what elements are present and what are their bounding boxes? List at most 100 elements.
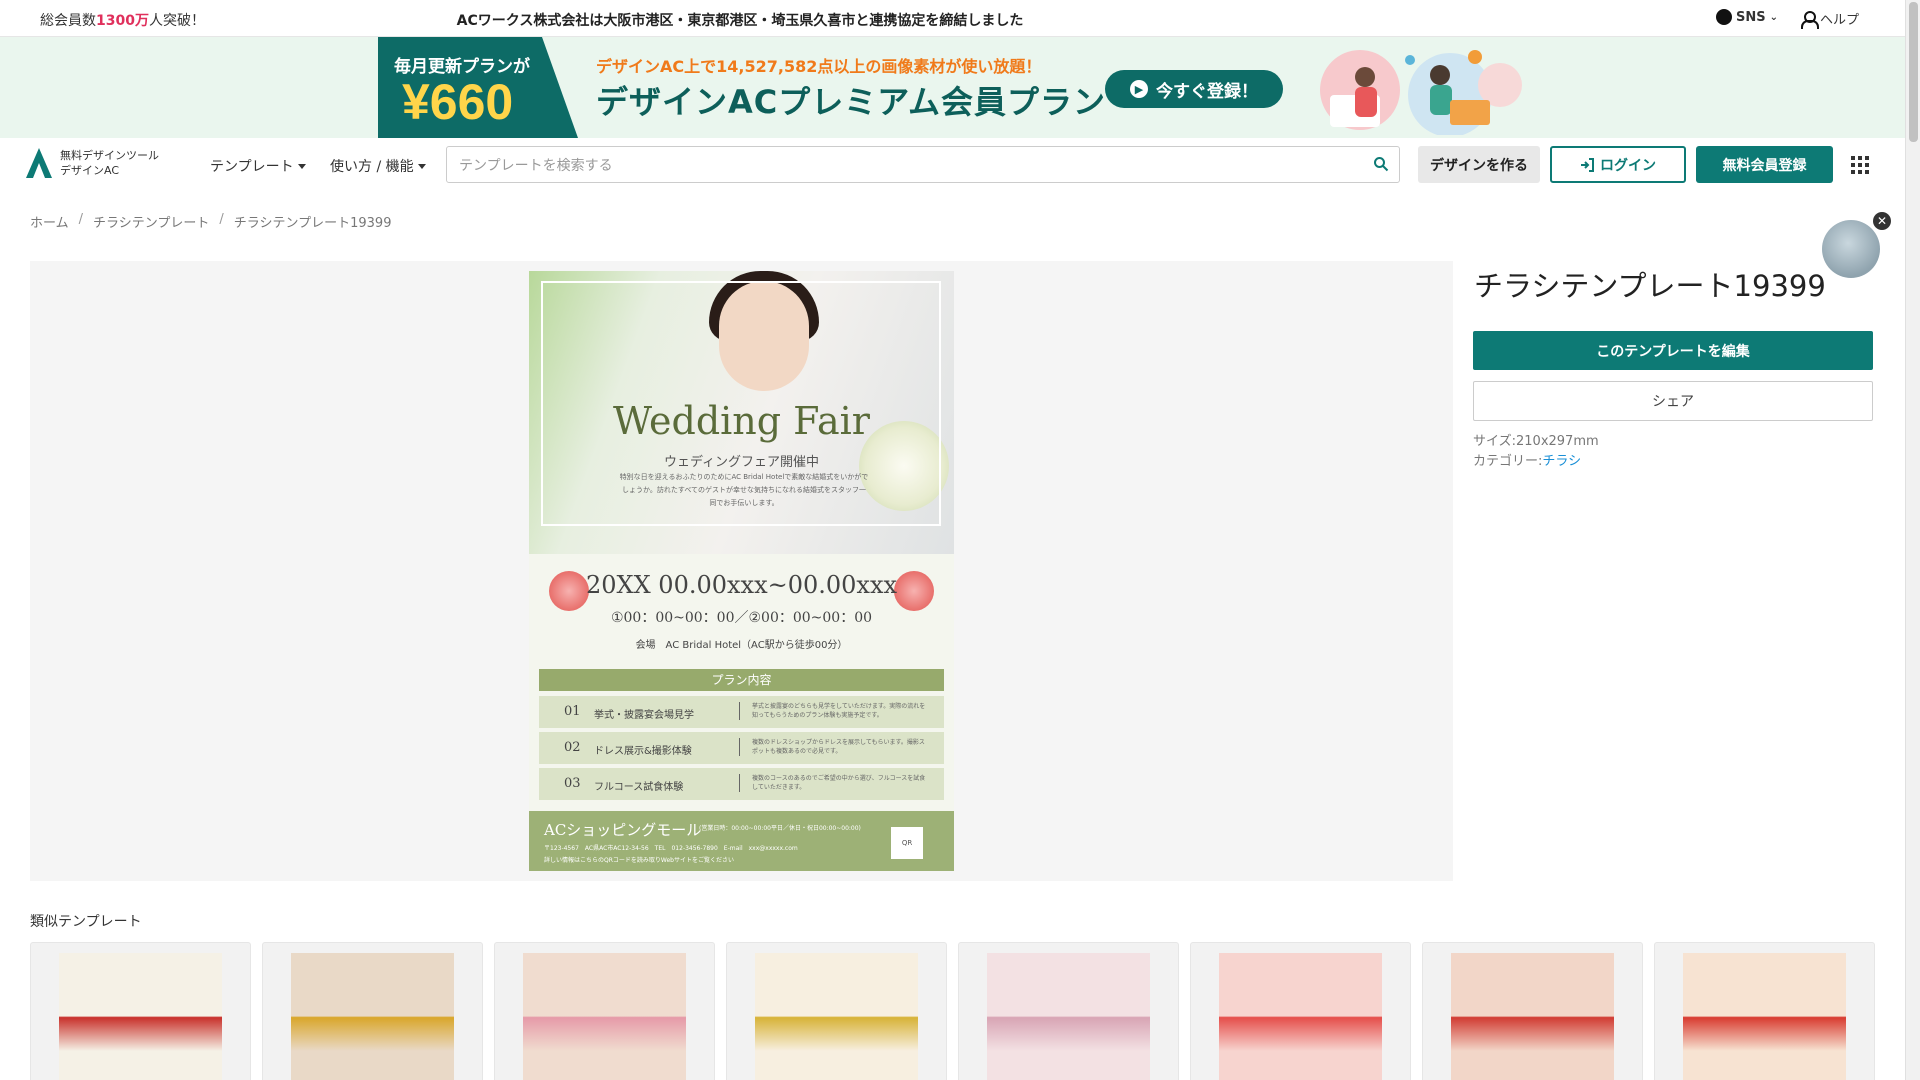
logo-name: デザインAC bbox=[60, 164, 120, 177]
page-scrollbar[interactable] bbox=[1905, 0, 1920, 1080]
register-now-label: 今すぐ登録！ bbox=[1156, 81, 1258, 102]
footer-address: 〒123-4567 AC県AC市AC12-34-56 TEL 012-3456-… bbox=[544, 845, 798, 852]
breadcrumb: ホーム / チラシテンプレート / チラシテンプレート19399 bbox=[30, 212, 391, 231]
caret-down-icon bbox=[297, 163, 306, 169]
scrollbar-thumb[interactable] bbox=[1909, 2, 1918, 142]
similar-template-card[interactable] bbox=[494, 942, 715, 1080]
plan-row: 02 ドレス展示&撮影体験 複数のドレスショップからドレスを展示してもらいます。… bbox=[539, 732, 944, 764]
flyer-time: ①00：00~00：00／②00：00~00：00 bbox=[610, 610, 873, 626]
edit-template-button[interactable]: このテンプレートを編集 bbox=[1473, 331, 1873, 370]
bride-photo: Wedding Fair ウェディングフェア開催中 特別な日を迎えるおふたりのた… bbox=[529, 271, 954, 554]
flyer-title: Wedding Fair bbox=[613, 399, 870, 443]
template-thumbnail bbox=[755, 953, 918, 1080]
breadcrumb-separator: / bbox=[219, 212, 224, 227]
template-meta: サイズ:210x297mm カテゴリー:チラシ bbox=[1473, 432, 1599, 472]
help-link[interactable]: ヘルプ bbox=[1800, 9, 1860, 29]
breadcrumb-current: チラシテンプレート19399 bbox=[233, 216, 392, 231]
footer-info: 詳しい情報はこちらのQRコードを読み取りWebサイトをご覧ください bbox=[544, 857, 734, 864]
login-button[interactable]: ログイン bbox=[1550, 146, 1686, 183]
similar-templates-heading: 類似テンプレート bbox=[30, 914, 142, 930]
similar-template-card[interactable] bbox=[958, 942, 1179, 1080]
template-thumbnail bbox=[523, 953, 686, 1080]
search-input[interactable] bbox=[447, 147, 1327, 182]
grid-menu-icon[interactable] bbox=[1851, 156, 1869, 174]
size-value: 210x297mm bbox=[1516, 434, 1599, 449]
template-preview-area: Wedding Fair ウェディングフェア開催中 特別な日を迎えるおふたりのた… bbox=[30, 261, 1453, 881]
sns-menu[interactable]: SNS ⌄ bbox=[1716, 9, 1778, 25]
plan-number: 01 bbox=[564, 704, 581, 719]
free-register-button[interactable]: 無料会員登録 bbox=[1696, 146, 1833, 183]
plan-title: ドレス展示&撮影体験 bbox=[594, 746, 692, 757]
nav-templates-label: テンプレート bbox=[210, 159, 294, 175]
help-label: ヘルプ bbox=[1820, 13, 1860, 28]
footer-store-name: ACショッピングモール bbox=[544, 821, 702, 839]
similar-template-card[interactable] bbox=[1654, 942, 1875, 1080]
chevron-down-icon: ⌄ bbox=[1769, 11, 1778, 23]
login-label: ログイン bbox=[1600, 157, 1656, 174]
nav-howto-label: 使い方 / 機能 bbox=[330, 159, 414, 175]
plan-description: 複数のドレスショップからドレスを展示してもらいます。撮影スポットも複数あるので必… bbox=[739, 738, 929, 756]
banner-title: デザインACプレミアム会員プラン bbox=[596, 83, 1107, 121]
template-title: チラシテンプレート19399 bbox=[1474, 269, 1826, 303]
close-icon[interactable]: ✕ bbox=[1873, 212, 1891, 230]
sns-label: SNS bbox=[1736, 9, 1766, 25]
main-navbar: 無料デザインツール デザインAC テンプレート 使い方 / 機能 デザインを作る… bbox=[0, 138, 1905, 190]
premium-banner[interactable]: 毎月更新プランが ¥660 デザインAC上で14,527,582点以上の画像素材… bbox=[0, 37, 1905, 138]
similar-template-card[interactable] bbox=[1422, 942, 1643, 1080]
plan-description: 挙式と披露宴のどちらも見学をしていただけます。実際の流れを知ってもらうためのプラ… bbox=[739, 702, 929, 720]
breadcrumb-category[interactable]: チラシテンプレート bbox=[93, 212, 209, 231]
template-thumbnail bbox=[291, 953, 454, 1080]
plan-title: 挙式・披露宴会場見学 bbox=[594, 710, 694, 721]
banner-subtitle: デザインAC上で14,527,582点以上の画像素材が使い放題！ bbox=[596, 57, 1042, 76]
login-arrow-icon bbox=[1581, 157, 1594, 172]
flyer-subtitle: ウェディングフェア開催中 bbox=[663, 455, 820, 470]
plan-row: 03 フルコース試食体験 複数のコースのあるのでご希望の中から選び、フルコースを… bbox=[539, 768, 944, 800]
logo-tagline: 無料デザインツール bbox=[60, 149, 159, 162]
plan-heading: プラン内容 bbox=[539, 669, 944, 691]
share-button[interactable]: シェア bbox=[1473, 381, 1873, 421]
similar-template-card[interactable] bbox=[1190, 942, 1411, 1080]
breadcrumb-separator: / bbox=[78, 212, 84, 227]
template-thumbnail bbox=[1219, 953, 1382, 1080]
similar-template-card[interactable] bbox=[262, 942, 483, 1080]
template-thumbnail bbox=[1683, 953, 1846, 1080]
template-thumbnail bbox=[1451, 953, 1614, 1080]
create-design-button[interactable]: デザインを作る bbox=[1418, 146, 1540, 183]
plan-row: 01 挙式・披露宴会場見学 挙式と披露宴のどちらも見学をしていただけます。実際の… bbox=[539, 696, 944, 728]
mascot-chat-icon[interactable] bbox=[1822, 220, 1880, 278]
top-announcement-bar: 総会員数1300万人突破！ ACワークス株式会社は大阪市港区・東京都港区・埼玉県… bbox=[0, 0, 1920, 37]
breadcrumb-home[interactable]: ホーム bbox=[30, 212, 69, 231]
nav-howto-dropdown[interactable]: 使い方 / 機能 bbox=[330, 156, 426, 176]
site-logo[interactable]: 無料デザインツール デザインAC bbox=[24, 146, 159, 180]
search-icon[interactable] bbox=[1373, 156, 1389, 172]
caret-down-icon bbox=[417, 163, 426, 169]
search-box bbox=[446, 146, 1400, 183]
template-thumbnail bbox=[59, 953, 222, 1080]
flyer-date: 20XX 00.00xxx~00.00xxx bbox=[585, 571, 898, 599]
news-announcement[interactable]: ACワークス株式会社は大阪市港区・東京都港区・埼玉県久喜市と連携協定を締結しまし… bbox=[0, 10, 1480, 30]
similar-template-card[interactable] bbox=[726, 942, 947, 1080]
size-label: サイズ: bbox=[1473, 434, 1516, 449]
banner-illustration bbox=[1320, 50, 1522, 135]
price-box: 毎月更新プランが ¥660 bbox=[378, 37, 578, 138]
footer-hours: (営業日時：00:00~00:00平日／休日・祝日00:00~00:00) bbox=[699, 825, 861, 832]
register-now-button[interactable]: ▶ 今すぐ登録！ bbox=[1105, 70, 1283, 108]
plan-price: ¥660 bbox=[402, 74, 514, 130]
qr-placeholder: QR bbox=[891, 827, 923, 859]
similar-template-card[interactable] bbox=[30, 942, 251, 1080]
plan-title: フルコース試食体験 bbox=[594, 782, 684, 793]
logo-mark-icon bbox=[26, 148, 52, 178]
flyer-description: 特別な日を迎えるおふたりのためにAC Bridal Hotelで素敵な結婚式をい… bbox=[619, 473, 869, 507]
plan-number: 03 bbox=[564, 776, 581, 791]
flyer-venue: 会場 AC Bridal Hotel（AC駅から徒歩00分） bbox=[635, 640, 848, 651]
category-label: カテゴリー: bbox=[1473, 454, 1543, 469]
category-link[interactable]: チラシ bbox=[1542, 454, 1581, 469]
flyer-preview[interactable]: Wedding Fair ウェディングフェア開催中 特別な日を迎えるおふたりのた… bbox=[529, 271, 954, 871]
nav-templates-dropdown[interactable]: テンプレート bbox=[210, 156, 306, 176]
similar-templates-list bbox=[30, 942, 1875, 1080]
chevron-right-icon: ▶ bbox=[1130, 80, 1148, 98]
template-thumbnail bbox=[987, 953, 1150, 1080]
user-icon bbox=[1800, 10, 1819, 29]
sns-bubble-icon bbox=[1716, 9, 1732, 25]
flyer-footer: ACショッピングモール (営業日時：00:00~00:00平日／休日・祝日00:… bbox=[529, 811, 954, 871]
